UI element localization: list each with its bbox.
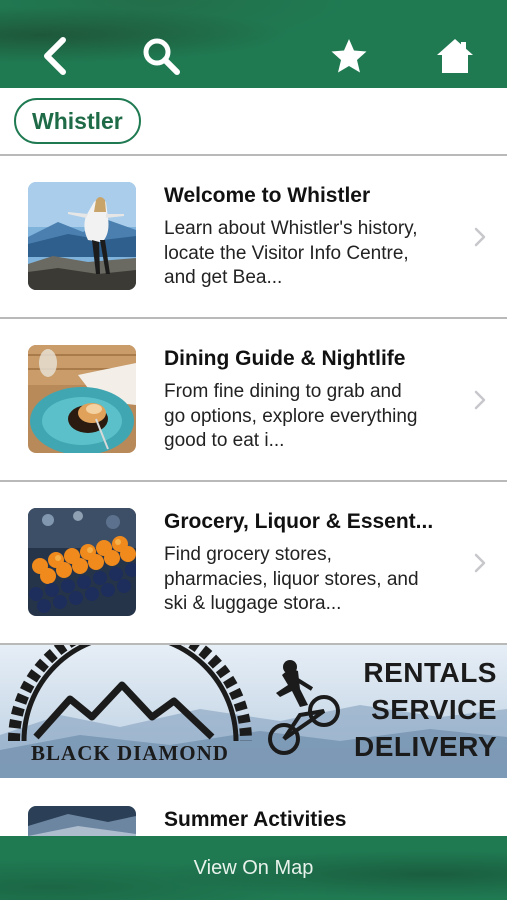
item-title: Dining Guide & Nightlife xyxy=(164,347,406,370)
top-navigation-bar xyxy=(0,0,507,88)
dining-thumbnail xyxy=(28,345,136,453)
welcome-thumbnail xyxy=(28,182,136,290)
list-item[interactable]: Summer Activities xyxy=(0,780,507,840)
view-on-map-button[interactable]: View On Map xyxy=(194,857,314,880)
banner-brand: BLACK DIAMOND xyxy=(31,741,229,765)
grocery-thumbnail xyxy=(28,508,136,616)
item-title: Grocery, Liquor & Essent... xyxy=(164,510,434,533)
chevron-right-icon xyxy=(473,552,487,574)
bottom-bar: View On Map xyxy=(0,836,507,900)
star-icon[interactable] xyxy=(328,36,370,76)
chevron-right-icon xyxy=(473,389,487,411)
list-item[interactable]: Welcome to Whistler Learn about Whistler… xyxy=(0,156,507,319)
banner-text-service: SERVICE xyxy=(371,694,497,725)
summer-thumbnail xyxy=(28,806,136,840)
banner-text-rentals: RENTALS xyxy=(363,657,497,688)
item-title: Summer Activities xyxy=(164,808,347,831)
home-icon[interactable] xyxy=(434,36,476,76)
banner-text-delivery: DELIVERY xyxy=(354,731,497,762)
item-title: Welcome to Whistler xyxy=(164,184,371,207)
category-list: Welcome to Whistler Learn about Whistler… xyxy=(0,156,507,645)
item-description: Learn about Whistler's history, locate t… xyxy=(164,218,418,288)
filter-bar: Whistler xyxy=(0,88,507,156)
filter-chip-whistler[interactable]: Whistler xyxy=(14,98,141,144)
back-icon[interactable] xyxy=(36,36,72,76)
list-item[interactable]: Dining Guide & Nightlife From fine dinin… xyxy=(0,319,507,482)
search-icon[interactable] xyxy=(140,36,182,76)
item-description: Find grocery stores, pharmacies, liquor … xyxy=(164,544,419,614)
item-description: From fine dining to grab and go options,… xyxy=(164,381,418,451)
chevron-right-icon xyxy=(473,226,487,248)
list-item[interactable]: Grocery, Liquor & Essent... Find grocery… xyxy=(0,482,507,645)
